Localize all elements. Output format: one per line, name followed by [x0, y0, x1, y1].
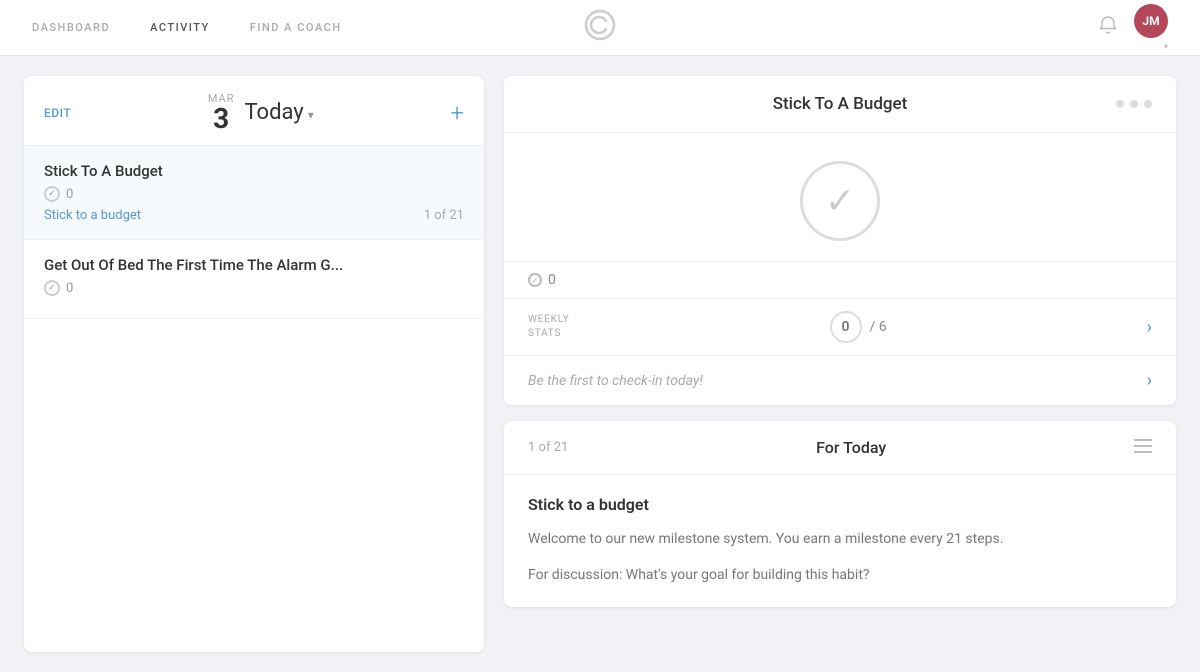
weekly-stats-chevron[interactable]: › [1147, 317, 1152, 338]
for-today-label: For Today [816, 438, 886, 457]
habit-link-1[interactable]: Stick to a budget [44, 208, 141, 223]
date-number: 3 [208, 105, 235, 133]
habit-link-row-1: Stick to a budget 1 of 21 [44, 208, 464, 223]
today-dropdown[interactable]: Today ▾ [244, 100, 313, 125]
checkin-text: Be the first to check-in today! [528, 373, 703, 389]
bottom-content: Stick to a budget Welcome to our new mil… [504, 475, 1176, 607]
menu-dot-1[interactable] [1116, 100, 1124, 108]
list-icon[interactable] [1134, 437, 1152, 458]
bell-icon[interactable] [1098, 15, 1118, 40]
milestone-question: For discussion: What's your goal for bui… [528, 564, 1152, 586]
menu-dot-2[interactable] [1130, 100, 1138, 108]
checkin-chevron[interactable]: › [1147, 370, 1152, 391]
detail-menu [907, 100, 1152, 108]
habit-check-icon-2: ✓ [44, 280, 60, 296]
date-today: MAR 3 Today ▾ [208, 92, 314, 133]
main-content: EDIT MAR 3 Today ▾ + Stick To A Budget ✓… [0, 56, 1200, 672]
milestone-text: Welcome to our new milestone system. You… [528, 528, 1152, 550]
weekly-stats-row: WEEKLYSTATS 0 / 6 › [504, 298, 1176, 355]
habit-item-2[interactable]: Get Out Of Bed The First Time The Alarm … [24, 240, 484, 319]
habit-count-row-1: ✓ 0 [44, 186, 464, 202]
detail-header: Stick To A Budget [504, 76, 1176, 133]
date-block: MAR 3 [208, 92, 235, 133]
big-check-button[interactable]: ✓ [800, 161, 880, 241]
weekly-stats-label: WEEKLYSTATS [528, 313, 570, 341]
checkin-row: Be the first to check-in today! › [504, 355, 1176, 405]
nav-right: JM ▾ [1098, 4, 1168, 51]
habit-progress-1: 1 of 21 [424, 208, 464, 223]
weekly-stats-center: 0 / 6 [830, 311, 887, 343]
nav-dashboard[interactable]: DASHBOARD [32, 21, 110, 34]
nav-activity[interactable]: ACTIVITY [150, 21, 210, 34]
left-header: EDIT MAR 3 Today ▾ + [24, 76, 484, 146]
today-dropdown-arrow: ▾ [308, 108, 314, 122]
milestone-title: Stick to a budget [528, 495, 1152, 514]
bottom-header: 1 of 21 For Today [504, 421, 1176, 475]
weekly-of: / 6 [870, 319, 887, 335]
habit-title-1: Stick To A Budget [44, 162, 464, 180]
habit-title-2: Get Out Of Bed The First Time The Alarm … [44, 256, 464, 274]
habit-count-2: 0 [66, 281, 73, 296]
right-panel: Stick To A Budget ✓ ✓ 0 WEEKLY [504, 76, 1176, 652]
habit-check-icon-1: ✓ [44, 186, 60, 202]
check-section: ✓ [504, 133, 1176, 261]
menu-dot-3[interactable] [1144, 100, 1152, 108]
habit-item-1[interactable]: Stick To A Budget ✓ 0 Stick to a budget … [24, 146, 484, 240]
detail-title: Stick To A Budget [773, 94, 908, 114]
weekly-num-badge: 0 [830, 311, 862, 343]
add-button[interactable]: + [450, 101, 464, 125]
position-label: 1 of 21 [528, 440, 568, 455]
habit-count-1: 0 [66, 187, 73, 202]
left-panel: EDIT MAR 3 Today ▾ + Stick To A Budget ✓… [24, 76, 484, 652]
avatar-wrapper: JM ▾ [1134, 4, 1168, 51]
user-avatar[interactable]: JM [1134, 4, 1168, 38]
app-logo [584, 9, 616, 47]
small-check-icon: ✓ [528, 273, 542, 287]
detail-card: Stick To A Budget ✓ ✓ 0 WEEKLY [504, 76, 1176, 405]
count-stats-row: ✓ 0 [504, 261, 1176, 298]
avatar-dropdown-arrow: ▾ [1134, 42, 1168, 51]
habit-count-row-2: ✓ 0 [44, 280, 464, 296]
stats-count-badge: ✓ 0 [528, 272, 556, 288]
nav-links: DASHBOARD ACTIVITY FIND A COACH [32, 21, 342, 34]
navbar: DASHBOARD ACTIVITY FIND A COACH JM ▾ [0, 0, 1200, 56]
nav-find-coach[interactable]: FIND A COACH [250, 21, 342, 34]
today-label: Today [244, 100, 303, 125]
big-check-icon: ✓ [825, 180, 855, 222]
stats-count: 0 [548, 272, 556, 288]
bottom-card: 1 of 21 For Today Stick to a budget Welc… [504, 421, 1176, 607]
edit-button[interactable]: EDIT [44, 106, 71, 120]
